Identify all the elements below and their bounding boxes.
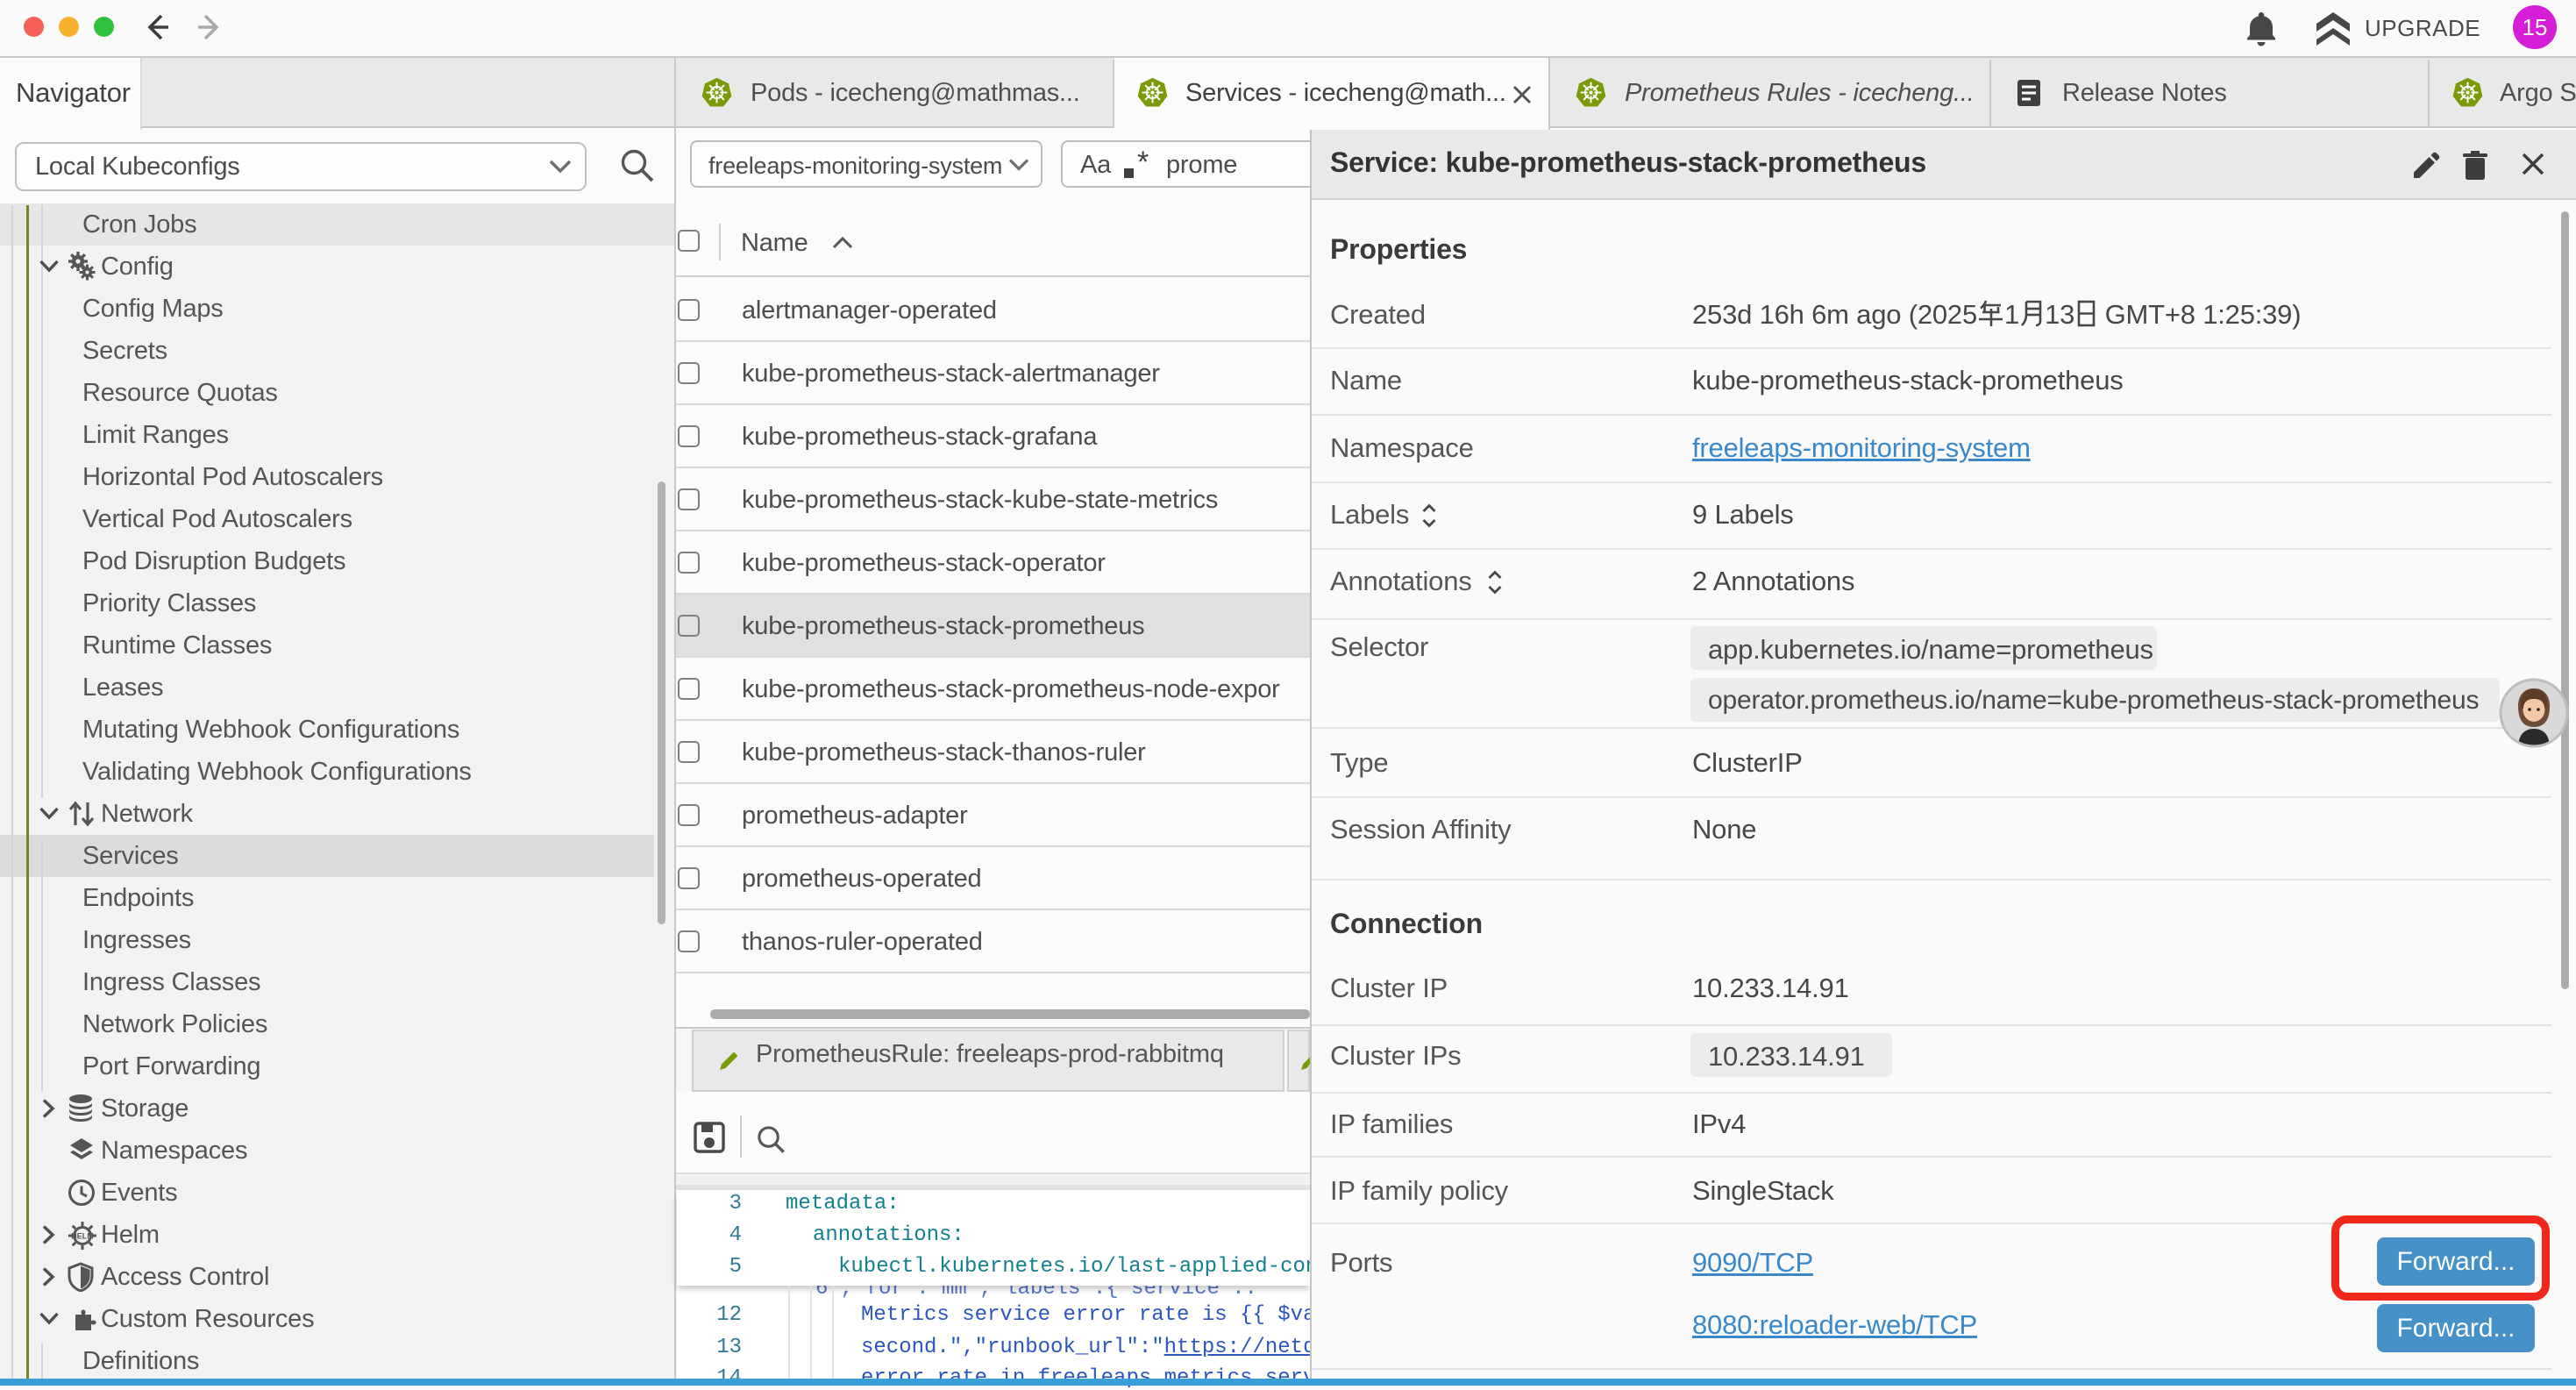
svg-text:HELM: HELM: [71, 1232, 94, 1241]
